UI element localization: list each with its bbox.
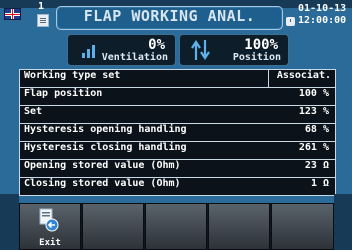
document-icon: [37, 14, 49, 27]
flag-cross-horizontal: [5, 14, 20, 15]
row-label: Opening stored value (Ohm): [24, 160, 181, 171]
clock-icon: [286, 17, 295, 26]
ventilation-card: 0% Ventilation: [67, 34, 176, 66]
title-box: FLAP WORKING ANAL.: [56, 6, 283, 30]
data-table: Working type set Associat. Flap position…: [19, 69, 336, 196]
row-label: Hysteresis closing handling: [24, 142, 187, 153]
up-down-arrows-icon: [191, 40, 210, 60]
table-row[interactable]: Set 123 %: [20, 106, 335, 124]
position-value: 100%: [244, 37, 278, 53]
exit-button[interactable]: Exit: [19, 203, 81, 250]
screen: 1 FLAP WORKING ANAL. 01-10-13 12:00:00 0…: [0, 0, 352, 250]
page-title: FLAP WORKING ANAL.: [83, 7, 256, 25]
table-row[interactable]: Hysteresis opening handling 68 %: [20, 124, 335, 142]
softkey-5[interactable]: [271, 203, 334, 250]
softkey-bar: Exit: [19, 203, 334, 250]
row-label: Working type set: [24, 70, 121, 81]
row-value: Associat.: [276, 70, 331, 81]
date: 01-10-13: [298, 3, 347, 14]
row-value: 261 %: [298, 142, 329, 153]
row-label: Flap position: [24, 88, 103, 99]
row-value: 1 Ω: [310, 178, 329, 189]
row-label: Closing stored value (Ohm): [24, 178, 181, 189]
table-row[interactable]: Opening stored value (Ohm) 23 Ω: [20, 160, 335, 178]
table-row[interactable]: Flap position 100 %: [20, 88, 335, 106]
exit-label: Exit: [39, 238, 61, 248]
softkey-2[interactable]: [82, 203, 144, 250]
row-value: 23 Ω: [304, 160, 329, 171]
left-bezel: [0, 194, 19, 250]
ventilation-label: Ventilation: [101, 52, 168, 63]
row-label: Set: [24, 106, 43, 117]
exit-icon: [39, 208, 59, 232]
time: 12:00:00: [298, 15, 347, 26]
signal-bars-icon: [82, 42, 100, 58]
row-value: 68 %: [304, 124, 329, 135]
row-value: 100 %: [298, 88, 329, 99]
row-value: 123 %: [298, 106, 329, 117]
position-card: 100% Position: [179, 34, 289, 66]
softkey-4[interactable]: [208, 203, 270, 250]
ventilation-value: 0%: [148, 37, 165, 53]
right-bezel: [334, 194, 352, 250]
position-label: Position: [232, 52, 281, 63]
column-divider: [268, 70, 269, 87]
page-number: 1: [38, 1, 45, 12]
row-label: Hysteresis opening handling: [24, 124, 187, 135]
table-row[interactable]: Hysteresis closing handling 261 %: [20, 142, 335, 160]
table-row[interactable]: Closing stored value (Ohm) 1 Ω: [20, 178, 335, 195]
softkey-3[interactable]: [145, 203, 207, 250]
table-row[interactable]: Working type set Associat.: [20, 70, 335, 88]
uk-flag-icon[interactable]: [4, 8, 21, 20]
